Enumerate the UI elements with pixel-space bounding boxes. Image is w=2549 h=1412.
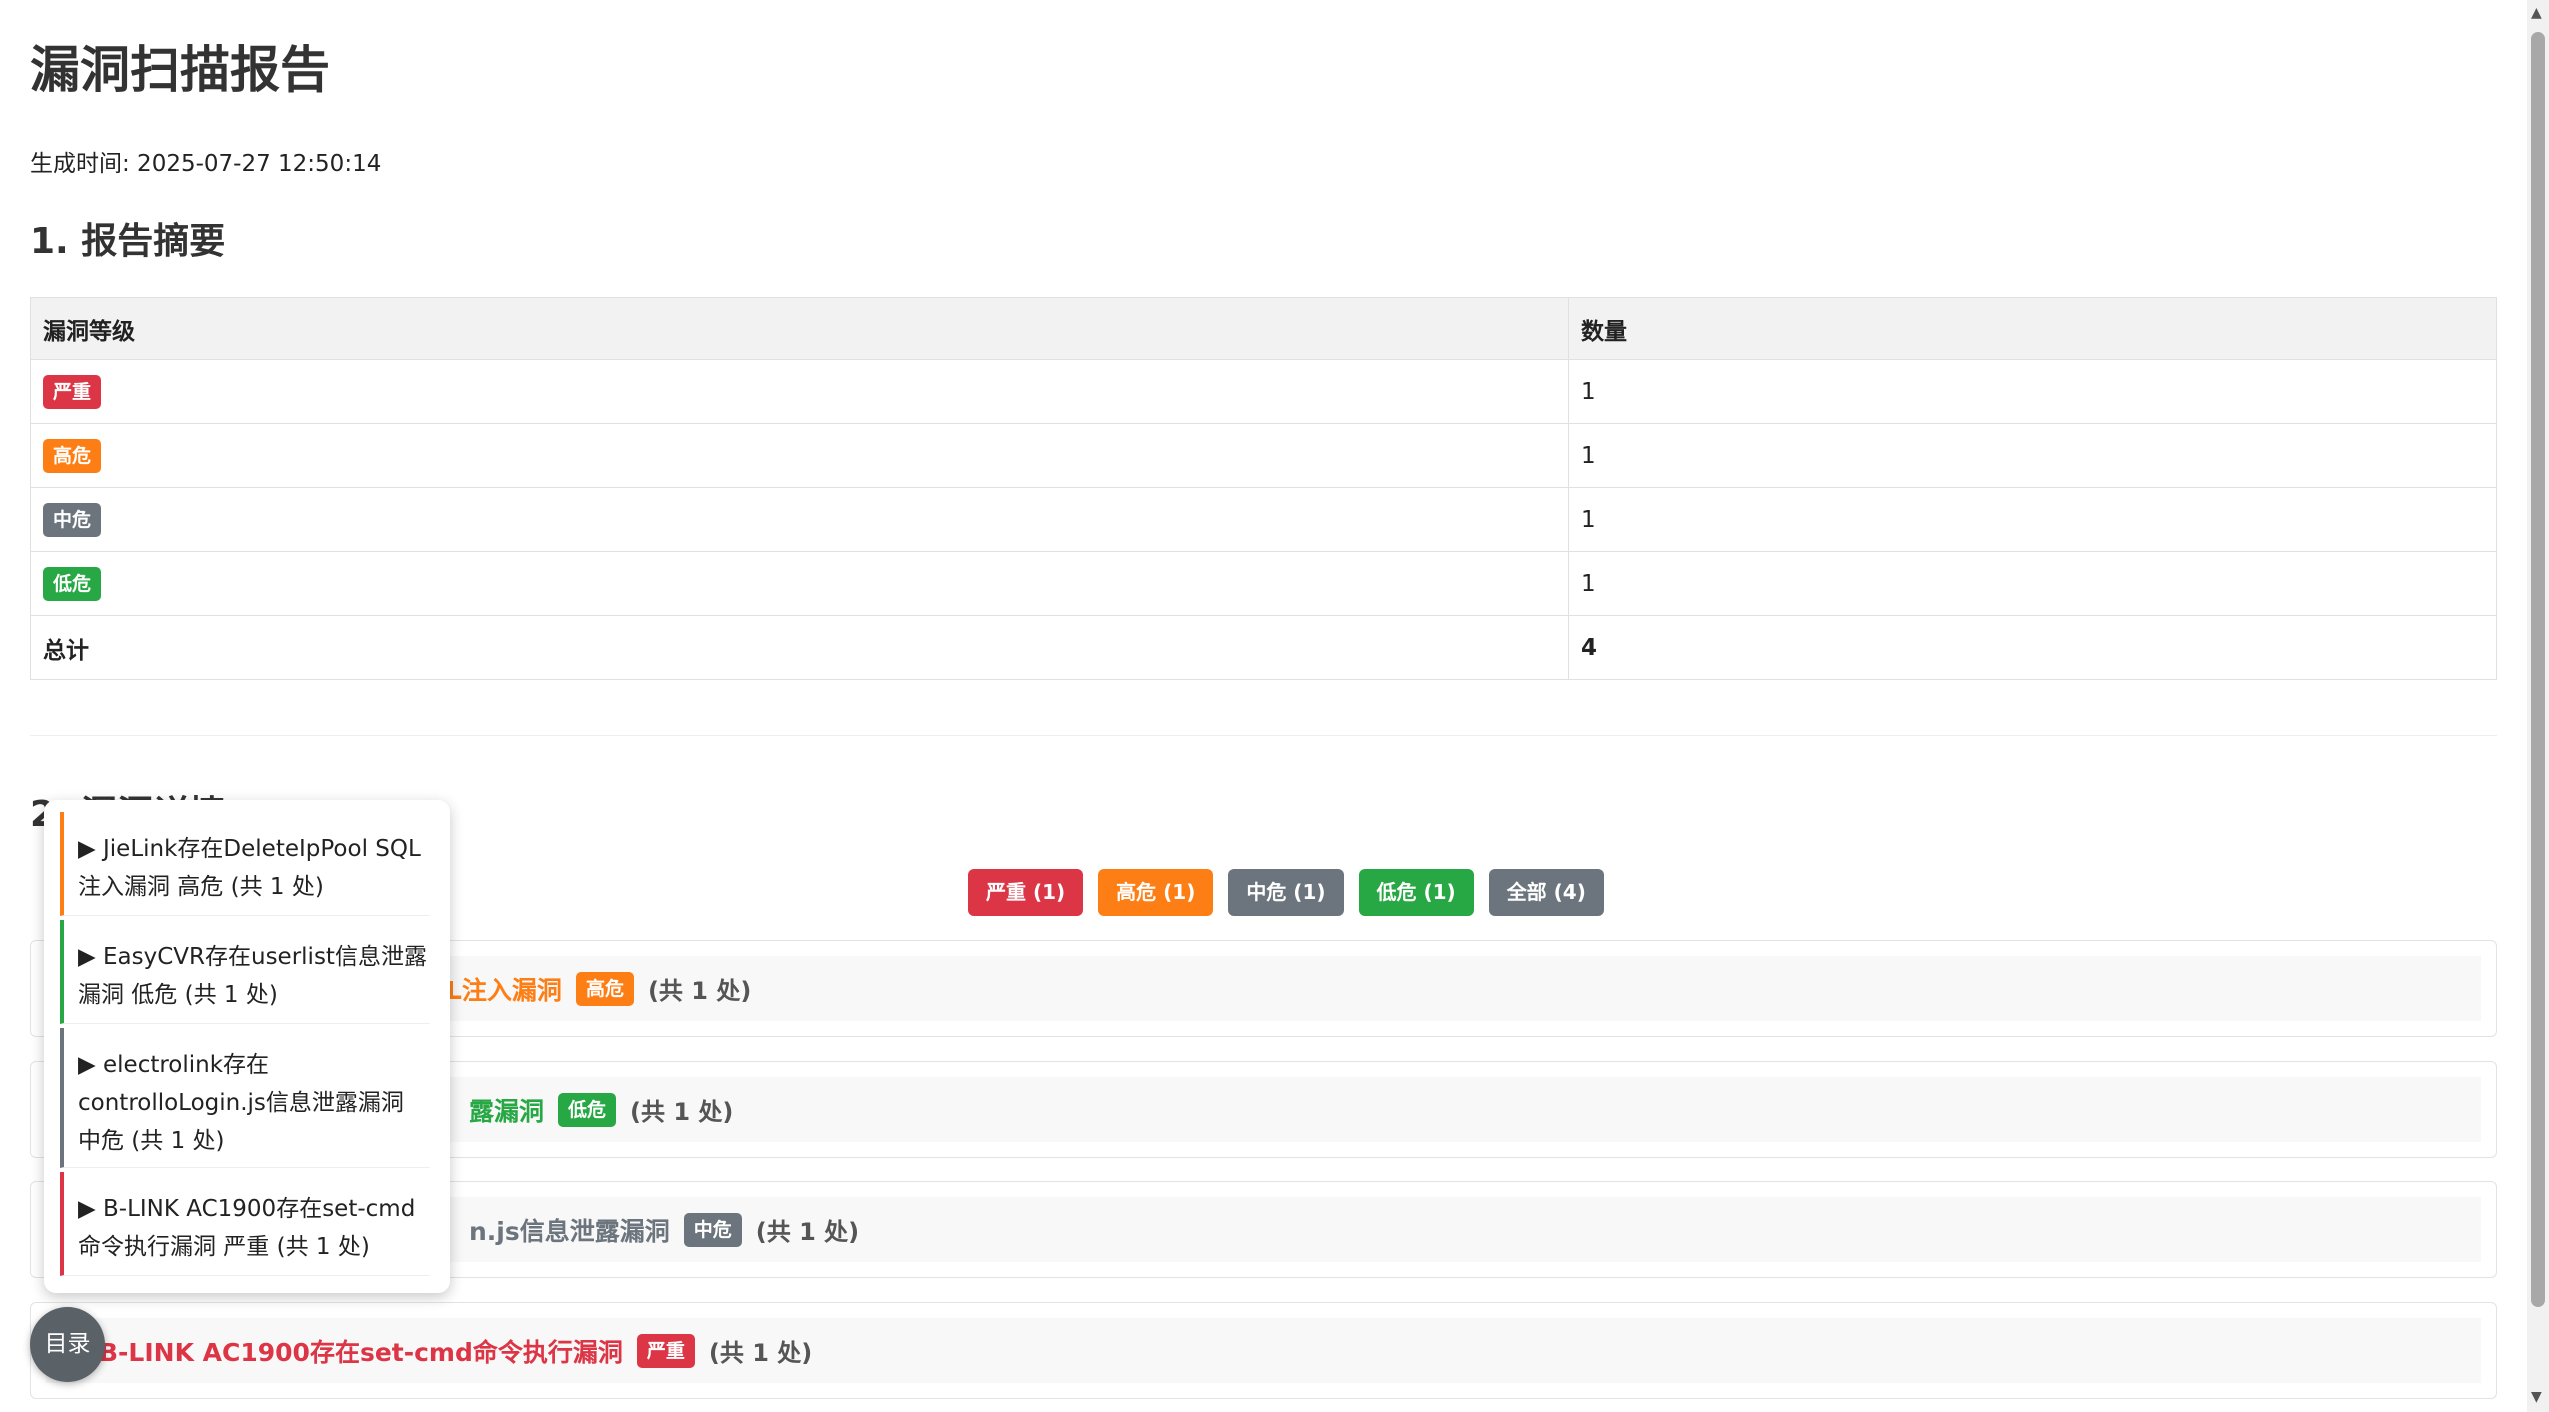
- table-row: 高危 1: [30, 423, 2497, 488]
- vuln-title[interactable]: B-LINK AC1900存在set-cmd命令执行漏洞: [84, 1333, 623, 1369]
- vuln-count: (共 1 处): [755, 1218, 860, 1246]
- table-row: 低危 1: [30, 551, 2497, 616]
- vuln-card-critical[interactable]: B-LINK AC1900存在set-cmd命令执行漏洞 严重 (共 1 处): [30, 1302, 2497, 1399]
- count-cell: 1: [1568, 487, 2497, 552]
- filter-all-button[interactable]: 全部 (4): [1488, 869, 1604, 916]
- severity-badge-medium: 中危: [43, 502, 102, 537]
- toc-item[interactable]: ▶ EasyCVR存在userlist信息泄露漏洞 低危 (共 1 处): [60, 920, 430, 1024]
- generated-time: 生成时间: 2025-07-27 12:50:14: [30, 151, 382, 177]
- severity-badge-critical: 严重: [636, 1333, 695, 1368]
- severity-badge-high: 高危: [575, 971, 634, 1006]
- scroll-up-icon[interactable]: ▲: [2531, 6, 2542, 20]
- table-header-row: 漏洞等级 数量: [30, 297, 2497, 360]
- severity-badge-critical: 严重: [43, 374, 102, 409]
- filter-critical-button[interactable]: 严重 (1): [968, 869, 1084, 916]
- severity-filters: 严重 (1) 高危 (1) 中危 (1) 低危 (1) 全部 (4): [968, 869, 1604, 916]
- severity-badge-low: 低危: [43, 566, 102, 601]
- summary-heading: 1. 报告摘要: [30, 221, 226, 262]
- vuln-count: (共 1 处): [647, 977, 752, 1005]
- severity-badge-low: 低危: [558, 1092, 617, 1127]
- filter-high-button[interactable]: 高危 (1): [1098, 869, 1214, 916]
- table-row: 严重 1: [30, 359, 2497, 424]
- toc-item[interactable]: ▶ B-LINK AC1900存在set-cmd命令执行漏洞 严重 (共 1 处…: [60, 1172, 430, 1276]
- filter-low-button[interactable]: 低危 (1): [1358, 869, 1474, 916]
- filter-medium-button[interactable]: 中危 (1): [1228, 869, 1344, 916]
- count-cell: 1: [1568, 359, 2497, 424]
- toc-panel: ▶ JieLink存在DeleteIpPool SQL注入漏洞 高危 (共 1 …: [44, 800, 450, 1293]
- count-cell: 1: [1568, 551, 2497, 616]
- vuln-count: (共 1 处): [630, 1098, 734, 1126]
- summary-table: 漏洞等级 数量 严重 1 高危 1 中危 1 低危 1 总计 4: [30, 297, 2497, 680]
- page-title: 漏洞扫描报告: [30, 41, 330, 99]
- severity-badge-high: 高危: [43, 438, 102, 473]
- scrollbar-thumb[interactable]: [2531, 32, 2545, 1307]
- total-count: 4: [1568, 615, 2497, 680]
- severity-badge-medium: 中危: [683, 1212, 742, 1247]
- header-count: 数量: [1568, 297, 2497, 360]
- vertical-scrollbar[interactable]: ▲ ▼: [2527, 0, 2549, 1412]
- vuln-count: (共 1 处): [708, 1339, 813, 1367]
- total-label: 总计: [30, 615, 1569, 680]
- toc-item[interactable]: ▶ JieLink存在DeleteIpPool SQL注入漏洞 高危 (共 1 …: [60, 812, 430, 916]
- toc-item[interactable]: ▶ electrolink存在controlloLogin.js信息泄露漏洞 中…: [60, 1028, 430, 1168]
- total-row: 总计 4: [30, 615, 2497, 680]
- count-cell: 1: [1568, 423, 2497, 488]
- section-divider: [30, 735, 2497, 736]
- table-row: 中危 1: [30, 487, 2497, 552]
- toc-toggle-button[interactable]: 目录: [30, 1307, 105, 1382]
- scroll-down-icon[interactable]: ▼: [2531, 1390, 2542, 1404]
- header-level: 漏洞等级: [30, 297, 1569, 360]
